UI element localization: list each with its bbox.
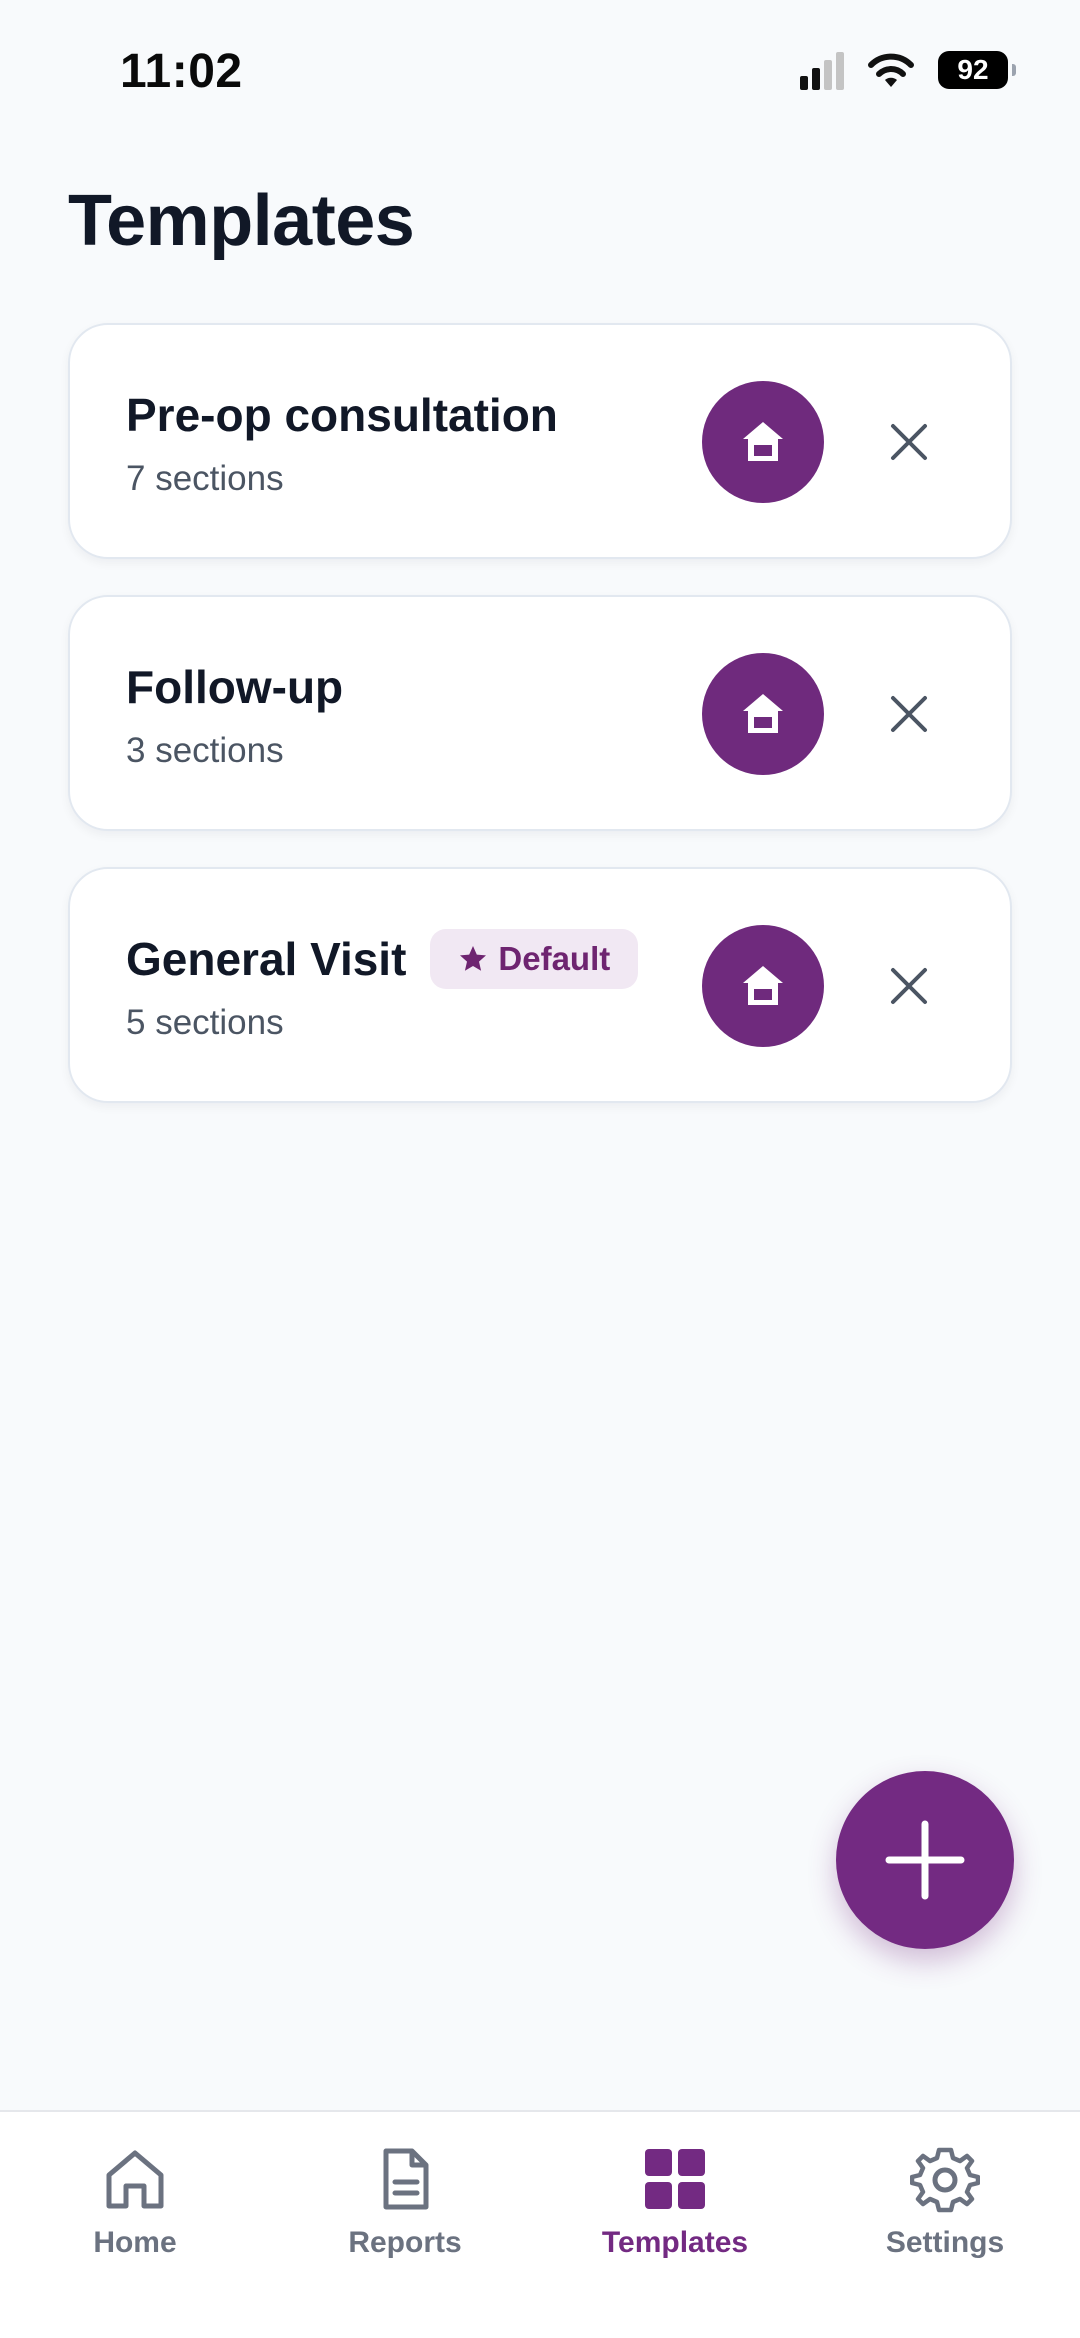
status-indicators: 92 <box>800 50 1016 90</box>
template-section-count: 7 sections <box>126 459 284 498</box>
set-default-button[interactable] <box>702 381 824 503</box>
template-card[interactable]: Pre-op consultation 7 sections <box>68 323 1012 559</box>
home-icon <box>743 694 783 733</box>
template-name: Follow-up <box>126 661 344 713</box>
gear-icon <box>910 2147 980 2213</box>
delete-template-button[interactable] <box>874 679 944 749</box>
default-badge: Default <box>430 929 639 989</box>
template-card[interactable]: General Visit Default 5 sections <box>68 867 1012 1103</box>
template-list: Pre-op consultation 7 sections Follow-up <box>68 323 1012 1139</box>
delete-template-button[interactable] <box>874 407 944 477</box>
battery-indicator: 92 <box>938 51 1016 89</box>
template-card[interactable]: Follow-up 3 sections <box>68 595 1012 831</box>
close-icon <box>891 968 927 1004</box>
tab-home[interactable]: Home <box>0 2144 270 2284</box>
tab-label: Templates <box>601 2226 749 2259</box>
home-icon <box>743 966 783 1005</box>
template-name: Pre-op consultation <box>126 389 558 441</box>
close-icon <box>891 696 927 732</box>
templates-screen: 11:02 92 Templates Pre-op consultation 7… <box>0 0 1080 2338</box>
template-name: General Visit <box>126 933 407 985</box>
default-badge-label: Default <box>498 940 611 977</box>
home-icon <box>743 422 783 461</box>
grid-icon <box>645 2149 705 2209</box>
close-icon <box>891 424 927 460</box>
tab-label: Home <box>93 2226 177 2259</box>
tab-label: Settings <box>885 2226 1005 2259</box>
template-section-count: 5 sections <box>126 1003 284 1042</box>
wifi-icon <box>868 53 914 87</box>
tab-settings[interactable]: Settings <box>810 2144 1080 2284</box>
delete-template-button[interactable] <box>874 951 944 1021</box>
tab-label: Reports <box>348 2226 462 2259</box>
plus-icon <box>885 1820 965 1900</box>
page-title: Templates <box>68 181 415 261</box>
document-icon <box>383 2148 429 2210</box>
set-default-button[interactable] <box>702 653 824 775</box>
battery-level: 92 <box>957 54 989 85</box>
tab-templates[interactable]: Templates <box>540 2144 810 2284</box>
bottom-tab-bar: Home Reports Templates Settings <box>0 2110 1080 2338</box>
template-section-count: 3 sections <box>126 731 284 770</box>
tab-reports[interactable]: Reports <box>270 2144 540 2284</box>
template-card-text: Follow-up 3 sections <box>126 657 343 771</box>
set-default-button[interactable] <box>702 925 824 1047</box>
star-icon <box>460 946 487 971</box>
status-bar: 11:02 92 <box>0 0 1080 140</box>
template-card-text: General Visit Default 5 sections <box>126 929 639 1043</box>
cellular-signal-icon <box>800 50 844 90</box>
status-time: 11:02 <box>120 45 243 98</box>
add-template-button[interactable] <box>836 1771 1014 1949</box>
template-card-text: Pre-op consultation 7 sections <box>126 385 558 499</box>
home-icon <box>106 2150 164 2209</box>
